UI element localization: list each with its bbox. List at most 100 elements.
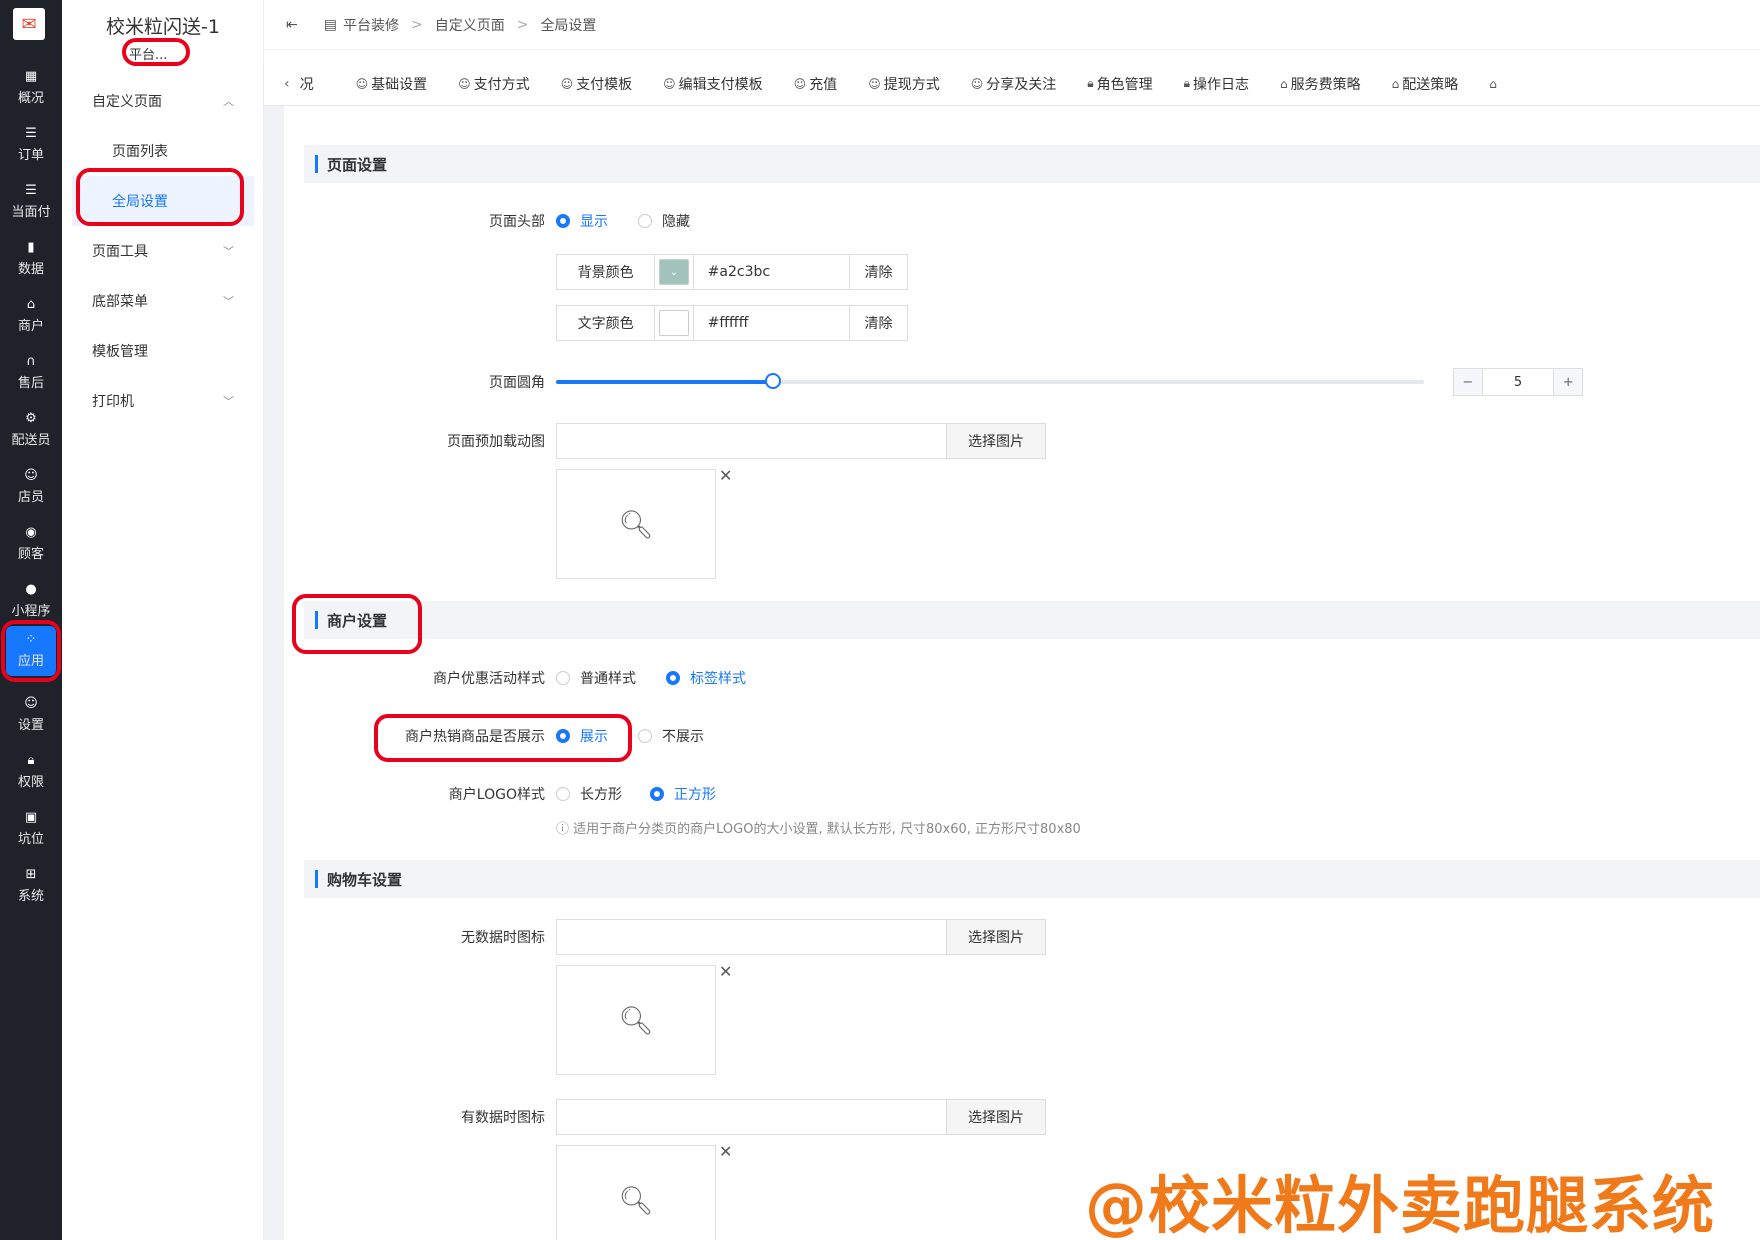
windows-icon: ⊞	[25, 867, 37, 882]
rail-item-data[interactable]: ▮ 数据	[0, 231, 62, 287]
breadcrumb-global: 全局设置	[540, 17, 597, 34]
bg-color-value[interactable]: #a2c3bc	[692, 255, 851, 289]
close-icon[interactable]: ✕	[719, 962, 732, 981]
bg-color-clear-button[interactable]: 清除	[850, 262, 907, 282]
text-color-value[interactable]: #ffffff	[692, 306, 851, 340]
app-logo-icon[interactable]: ✉	[13, 8, 45, 40]
tab-recharge[interactable]: ☺ 充值	[794, 74, 838, 94]
tabs-scroll-left-icon[interactable]: ‹	[284, 76, 290, 92]
rail-item-slots[interactable]: ▣ 坑位	[0, 801, 62, 857]
user-key-icon: ☺	[663, 76, 676, 91]
minus-icon[interactable]: −	[1454, 369, 1482, 395]
radius-slider[interactable]	[556, 373, 1424, 389]
rail-item-aftersale[interactable]: ∩ 售后	[0, 345, 62, 401]
breadcrumb-decoration[interactable]: 平台装修	[343, 15, 399, 35]
preload-image-preview: 🔍︎	[556, 469, 716, 579]
has-data-choose-button[interactable]: 选择图片	[947, 1100, 1045, 1134]
wechat-icon: ●	[25, 582, 37, 597]
storefront-icon: ▤	[323, 16, 337, 33]
list-icon: ☰	[25, 126, 37, 141]
rail-item-system[interactable]: ⊞ 系统	[0, 858, 62, 914]
annotation-highlight-brand	[122, 38, 190, 66]
tab-withdraw[interactable]: ☺ 提现方式	[868, 74, 940, 94]
tab-roles[interactable]: 🔒︎ 角色管理	[1087, 74, 1152, 94]
rail-item-merchant[interactable]: ⌂ 商户	[0, 288, 62, 344]
radius-slider-fill	[556, 380, 773, 384]
lock-icon: 🔒︎	[1183, 76, 1190, 90]
user-circle-icon: ◉	[25, 525, 37, 540]
chevron-down-icon: ﹀	[223, 295, 234, 308]
radio-header-show[interactable]: 显示	[556, 211, 608, 231]
rail-item-orders[interactable]: ☰ 订单	[0, 117, 62, 173]
user-key-icon: ☺	[970, 76, 984, 91]
breadcrumb-bar: ⇤ ▤ 平台装修 > 自定义页面 > 全局设置	[264, 0, 1760, 50]
radio-promo-normal[interactable]: 普通样式	[556, 668, 636, 688]
preload-image-field[interactable]	[557, 424, 947, 458]
chevron-up-icon: ︿	[223, 95, 234, 108]
empty-choose-button[interactable]: 选择图片	[947, 920, 1045, 954]
radius-stepper: − 5 +	[1453, 368, 1583, 396]
radio-logo-rect[interactable]: 长方形	[556, 784, 622, 804]
radio-header-hide[interactable]: 隐藏	[638, 211, 690, 231]
plus-icon[interactable]: +	[1554, 369, 1582, 395]
close-icon[interactable]: ✕	[719, 1142, 732, 1161]
user-icon: ☺	[24, 468, 38, 483]
subnav-printer[interactable]: 打印机 ﹀	[62, 376, 264, 426]
rail-item-settings[interactable]: ☺ 设置	[0, 687, 62, 743]
tab-pay-template[interactable]: ☺ 支付模板	[561, 74, 633, 94]
radio-hot-noshow[interactable]: 不展示	[638, 726, 704, 746]
radio-logo-square[interactable]: 正方形	[650, 784, 716, 804]
image-search-icon: 🔍︎	[618, 507, 654, 541]
tab-logs[interactable]: 🔒︎ 操作日志	[1184, 74, 1249, 94]
rail-item-facepay[interactable]: ☰ 当面付	[0, 174, 62, 230]
subnav-custom-pages[interactable]: 自定义页面 ︿	[62, 76, 264, 126]
preload-choose-button[interactable]: 选择图片	[947, 424, 1045, 458]
has-data-icon-preview: 🔍︎	[556, 1145, 716, 1240]
image-search-icon: 🔍︎	[618, 1183, 654, 1217]
annotation-highlight-global	[76, 168, 244, 226]
watermark: @校米粒外卖跑腿系统	[1085, 1169, 1716, 1240]
section-merchant-settings: 商户设置	[304, 601, 1760, 639]
user-key-icon: ☺	[793, 76, 807, 91]
rail-item-permissions[interactable]: 🔒︎ 权限	[0, 744, 62, 800]
close-icon[interactable]: ✕	[719, 466, 732, 485]
rail-item-staff[interactable]: ☺ 店员	[0, 459, 62, 515]
radius-value[interactable]: 5	[1481, 369, 1555, 395]
subnav-page-tools[interactable]: 页面工具 ﹀	[62, 226, 264, 276]
user-key-icon: ☺	[355, 76, 369, 91]
store-icon: ⌂	[1280, 76, 1288, 91]
rail-item-courier[interactable]: ⚙ 配送员	[0, 402, 62, 458]
user-gear-icon: ☺	[24, 696, 38, 711]
chevron-down-icon: ﹀	[223, 395, 234, 408]
text-color-clear-button[interactable]: 清除	[850, 313, 907, 333]
radius-slider-handle[interactable]	[765, 373, 781, 389]
subnav-bottom-menu[interactable]: 底部菜单 ﹀	[62, 276, 264, 326]
tab-service-fee[interactable]: ⌂ 服务费策略	[1280, 74, 1361, 94]
empty-icon-field[interactable]	[557, 920, 947, 954]
bg-color-swatch[interactable]: ⌄	[659, 259, 689, 285]
collapse-menu-icon[interactable]: ⇤	[286, 17, 298, 33]
bg-color-picker: 背景颜色 ⌄ #a2c3bc 清除	[556, 254, 908, 290]
tab-payment[interactable]: ☺ 支付方式	[458, 74, 530, 94]
radio-promo-tag[interactable]: 标签样式	[666, 668, 746, 688]
user-key-icon: ☺	[868, 76, 881, 91]
tab-edit-pay-template[interactable]: ☺ 编辑支付模板	[663, 74, 763, 94]
tab-more[interactable]: ⌂	[1489, 77, 1500, 91]
dashboard-icon: ▦	[24, 69, 38, 84]
subnav-templates[interactable]: 模板管理	[62, 326, 264, 376]
rail-item-overview[interactable]: ▦ 概况	[0, 60, 62, 116]
scooter-icon: ⚙	[25, 411, 37, 426]
tab-delivery[interactable]: ⌂ 配送策略	[1392, 74, 1459, 94]
tab-overview[interactable]: 况	[300, 74, 314, 94]
tab-basic[interactable]: ☺ 基础设置	[356, 74, 428, 94]
bar-chart-icon: ▮	[27, 240, 35, 255]
empty-icon-input: 选择图片	[556, 919, 1046, 955]
empty-icon-label: 无数据时图标	[461, 930, 545, 946]
store-icon: ⌂	[1489, 76, 1497, 91]
breadcrumb-separator: >	[410, 16, 423, 33]
text-color-swatch[interactable]	[659, 310, 689, 336]
rail-item-customer[interactable]: ◉ 顾客	[0, 516, 62, 572]
tab-share[interactable]: ☺ 分享及关注	[971, 74, 1057, 94]
has-data-icon-field[interactable]	[557, 1100, 947, 1134]
breadcrumb-custom-pages[interactable]: 自定义页面	[435, 15, 505, 35]
